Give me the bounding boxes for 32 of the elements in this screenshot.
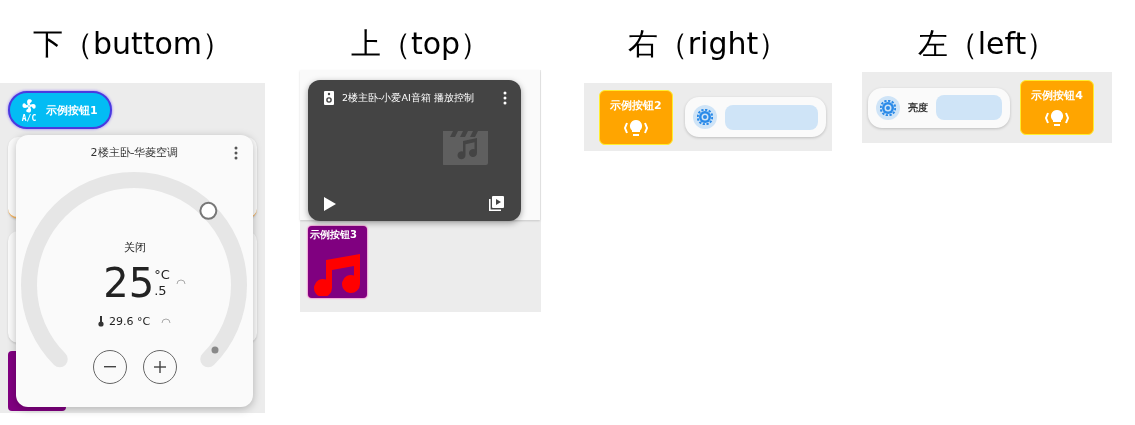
playlist-play-icon[interactable] — [489, 196, 504, 211]
lightbulb-icon — [1044, 109, 1070, 127]
more-icon[interactable] — [503, 91, 507, 105]
thermometer-icon — [97, 316, 104, 327]
ac-button[interactable]: A/C 示例按钮1 — [8, 91, 112, 129]
more-icon[interactable] — [234, 146, 238, 160]
minus-icon — [103, 366, 116, 368]
section-heading: 下（buttom） — [32, 25, 233, 63]
speaker-icon — [324, 91, 334, 105]
brightness-icon — [876, 95, 900, 120]
dial-handle[interactable] — [199, 201, 218, 220]
tile-button[interactable]: 示例按钮3 — [308, 226, 367, 298]
current-temp-dot — [211, 346, 219, 354]
temperature-unit: °C — [154, 267, 170, 283]
section-heading: 左（left） — [917, 25, 1057, 63]
target-temperature: 25 — [103, 261, 155, 305]
popup-title: 2楼主卧-小爱AI音箱 播放控制 — [342, 91, 475, 105]
brightness-label: 亮度 — [908, 100, 928, 115]
section-heading: 右（right） — [627, 25, 789, 63]
increase-button[interactable] — [142, 350, 177, 384]
section-heading: 上（top） — [350, 25, 491, 63]
popup-title: 2楼主卧-华菱空调 — [90, 145, 179, 160]
decrease-button[interactable] — [92, 350, 127, 384]
temperature-decimal: .5 — [154, 283, 168, 299]
current-temperature: 29.6 °C — [108, 315, 151, 328]
light-button[interactable]: 示例按钮4 — [1020, 80, 1094, 135]
plus-icon — [153, 361, 166, 373]
brightness-icon — [692, 105, 717, 129]
play-icon[interactable] — [324, 196, 336, 211]
hvac-state: 关闭 — [123, 240, 146, 255]
lightbulb-icon — [622, 118, 649, 137]
light-button[interactable]: 示例按钮2 — [599, 89, 673, 145]
